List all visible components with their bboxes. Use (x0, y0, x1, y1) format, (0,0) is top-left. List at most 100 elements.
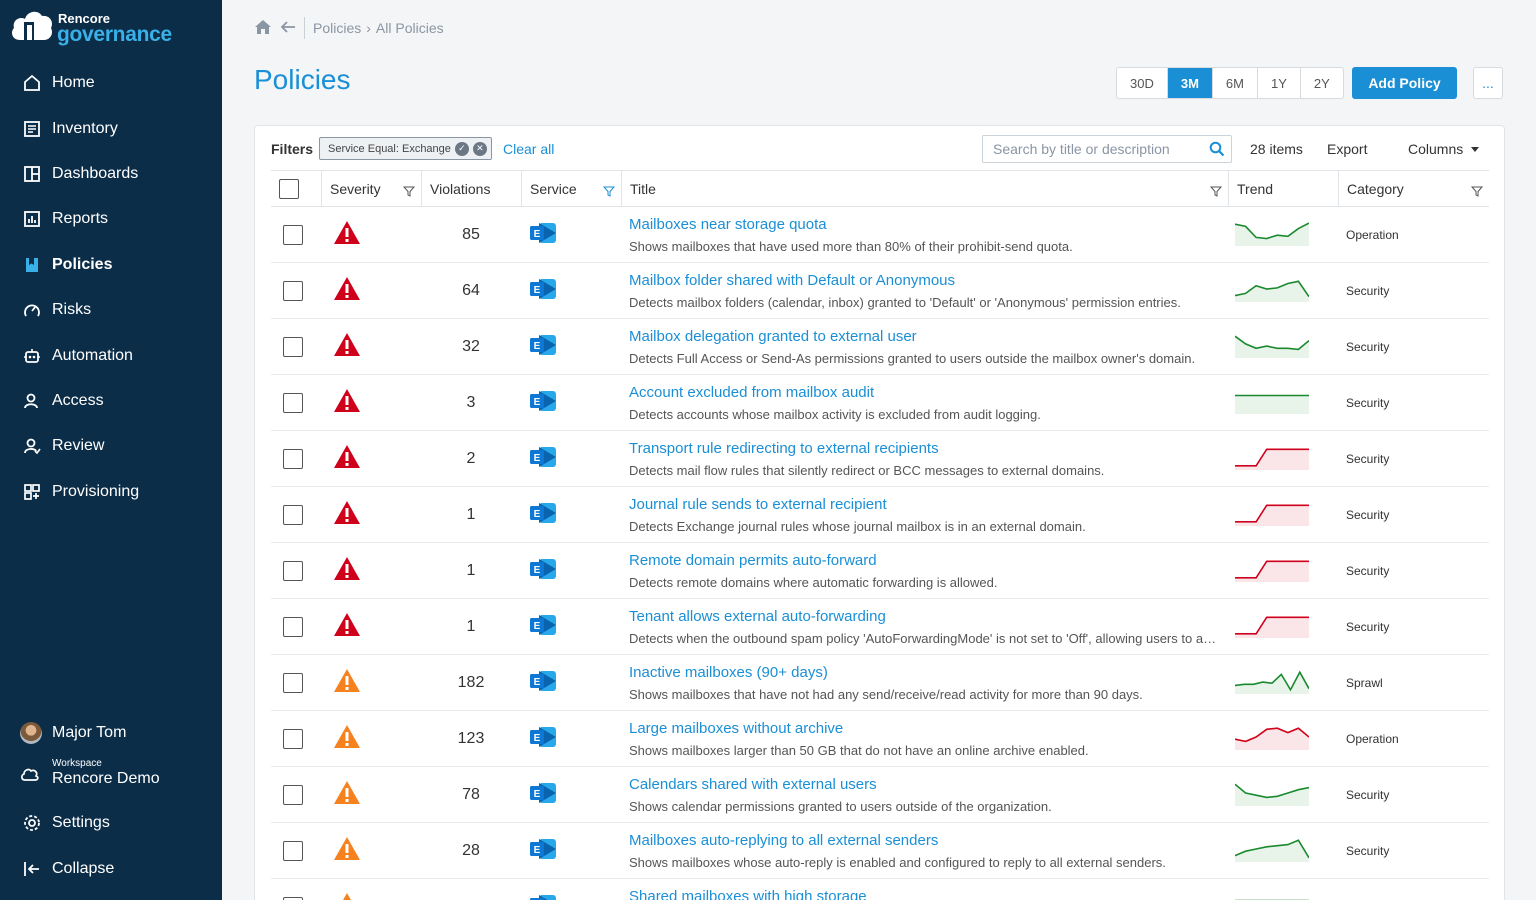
select-all-checkbox[interactable] (279, 179, 299, 199)
svg-text:E: E (534, 285, 541, 296)
back-arrow-icon[interactable] (280, 20, 296, 37)
breadcrumb-all-policies[interactable]: All Policies (376, 20, 444, 36)
sparkline-svg (1234, 221, 1310, 246)
category-value: Security (1346, 620, 1390, 634)
category-header[interactable]: Category (1338, 171, 1489, 207)
sidebar-item-collapse[interactable]: Collapse (0, 849, 222, 889)
workspace-switcher[interactable]: Workspace Rencore Demo (20, 758, 160, 788)
table-row[interactable]: 2 E Transport rule redirecting to extern… (271, 431, 1489, 487)
more-options-button[interactable]: ... (1473, 67, 1503, 99)
cloud-icon (20, 766, 42, 787)
filter-funnel-icon[interactable] (402, 184, 416, 200)
breadcrumb-policies[interactable]: Policies (313, 20, 361, 36)
sidebar-item-home[interactable]: Home (0, 63, 222, 103)
row-checkbox[interactable] (283, 281, 303, 301)
row-checkbox[interactable] (283, 225, 303, 245)
category-header-label: Category (1347, 181, 1404, 197)
user-name: Major Tom (52, 724, 127, 741)
filter-funnel-icon[interactable] (602, 184, 616, 200)
row-checkbox[interactable] (283, 561, 303, 581)
table-row[interactable]: E Shared mailboxes with high storage (271, 879, 1489, 900)
violations-header[interactable]: Violations (421, 171, 521, 207)
row-checkbox[interactable] (283, 505, 303, 525)
range-1y-button[interactable]: 1Y (1258, 68, 1301, 98)
category-value: Security (1346, 452, 1390, 466)
sidebar-item-automation[interactable]: Automation (0, 336, 222, 376)
table-row[interactable]: 1 E Journal rule sends to external recip… (271, 487, 1489, 543)
table-row[interactable]: 28 E Mailboxes auto-replying to all exte… (271, 823, 1489, 879)
policy-title-link[interactable]: Inactive mailboxes (90+ days) (629, 664, 828, 681)
rencore-logo[interactable]: Rencore governance (10, 6, 210, 46)
filter-funnel-icon[interactable] (1209, 184, 1223, 200)
service-header[interactable]: Service (521, 171, 621, 207)
row-checkbox[interactable] (283, 785, 303, 805)
policy-title-link[interactable]: Large mailboxes without archive (629, 720, 843, 737)
policy-description: Detects mail flow rules that silently re… (629, 463, 1105, 478)
sidebar-item-provisioning[interactable]: Provisioning (0, 472, 222, 512)
sidebar-item-inventory[interactable]: Inventory (0, 109, 222, 149)
range-30d-button[interactable]: 30D (1117, 68, 1168, 98)
range-6m-button[interactable]: 6M (1213, 68, 1258, 98)
policy-description: Detects Full Access or Send-As permissio… (629, 351, 1196, 366)
filter-funnel-icon[interactable] (1470, 184, 1484, 200)
policy-title-link[interactable]: Mailbox delegation granted to external u… (629, 328, 917, 345)
table-row[interactable]: 32 E Mailbox delegation granted to exter… (271, 319, 1489, 375)
row-checkbox[interactable] (283, 841, 303, 861)
search-icon[interactable] (1209, 141, 1225, 162)
trend-cell (1234, 319, 1311, 375)
policy-title-link[interactable]: Journal rule sends to external recipient (629, 496, 887, 513)
export-button[interactable]: Export (1327, 141, 1367, 157)
table-row[interactable]: 123 E Large mailboxes without archive Sh… (271, 711, 1489, 767)
sidebar-item-settings[interactable]: Settings (0, 803, 222, 843)
severity-header[interactable]: Severity (321, 171, 421, 207)
row-checkbox[interactable] (283, 673, 303, 693)
table-row[interactable]: 182 E Inactive mailboxes (90+ days) Show… (271, 655, 1489, 711)
close-icon[interactable]: ✕ (472, 141, 487, 156)
filter-chip[interactable]: Service Equal: Exchange ✓ ✕ (319, 137, 492, 160)
range-2y-button[interactable]: 2Y (1301, 68, 1343, 98)
row-checkbox[interactable] (283, 393, 303, 413)
table-row[interactable]: 78 E Calendars shared with external user… (271, 767, 1489, 823)
policy-title-link[interactable]: Transport rule redirecting to external r… (629, 440, 939, 457)
warning-triangle-icon (333, 612, 361, 642)
violations-count: 3 (466, 394, 476, 411)
policy-title-link[interactable]: Remote domain permits auto-forward (629, 552, 877, 569)
policy-title-link[interactable]: Shared mailboxes with high storage (629, 888, 867, 900)
user-profile[interactable]: Major Tom (20, 722, 126, 744)
row-checkbox-cell (283, 543, 313, 599)
sidebar-item-policies[interactable]: Policies (0, 245, 222, 285)
columns-button[interactable]: Columns (1408, 141, 1480, 157)
row-checkbox-cell (283, 319, 313, 375)
dashboards-icon (22, 164, 42, 184)
policy-title-link[interactable]: Mailboxes near storage quota (629, 216, 827, 233)
row-checkbox[interactable] (283, 449, 303, 469)
policy-title-link[interactable]: Account excluded from mailbox audit (629, 384, 874, 401)
add-policy-button[interactable]: Add Policy (1352, 67, 1457, 99)
range-3m-button[interactable]: 3M (1167, 68, 1213, 98)
warning-triangle-icon (333, 276, 361, 306)
search-input[interactable] (993, 141, 1198, 157)
category-value: Operation (1346, 228, 1399, 242)
check-icon[interactable]: ✓ (454, 141, 469, 156)
sidebar-item-review[interactable]: Review (0, 426, 222, 466)
title-header[interactable]: Title (621, 171, 1228, 207)
table-row[interactable]: 3 E Account excluded from mailbox audit … (271, 375, 1489, 431)
policy-title-link[interactable]: Mailbox folder shared with Default or An… (629, 272, 955, 289)
policy-title-link[interactable]: Mailboxes auto-replying to all external … (629, 832, 938, 849)
row-checkbox[interactable] (283, 337, 303, 357)
service-cell: E (529, 823, 559, 879)
table-row[interactable]: 85 E Mailboxes near storage quota Shows … (271, 207, 1489, 263)
home-icon[interactable] (254, 19, 272, 38)
table-row[interactable]: 64 E Mailbox folder shared with Default … (271, 263, 1489, 319)
table-row[interactable]: 1 E Tenant allows external auto-forwardi… (271, 599, 1489, 655)
table-row[interactable]: 1 E Remote domain permits auto-forward D… (271, 543, 1489, 599)
sidebar-item-reports[interactable]: Reports (0, 199, 222, 239)
policy-title-link[interactable]: Tenant allows external auto-forwarding (629, 608, 886, 625)
sidebar-item-access[interactable]: Access (0, 381, 222, 421)
row-checkbox[interactable] (283, 729, 303, 749)
sidebar-item-dashboards[interactable]: Dashboards (0, 154, 222, 194)
row-checkbox[interactable] (283, 617, 303, 637)
clear-all-link[interactable]: Clear all (503, 141, 554, 157)
policy-title-link[interactable]: Calendars shared with external users (629, 776, 877, 793)
sidebar-item-risks[interactable]: Risks (0, 290, 222, 330)
